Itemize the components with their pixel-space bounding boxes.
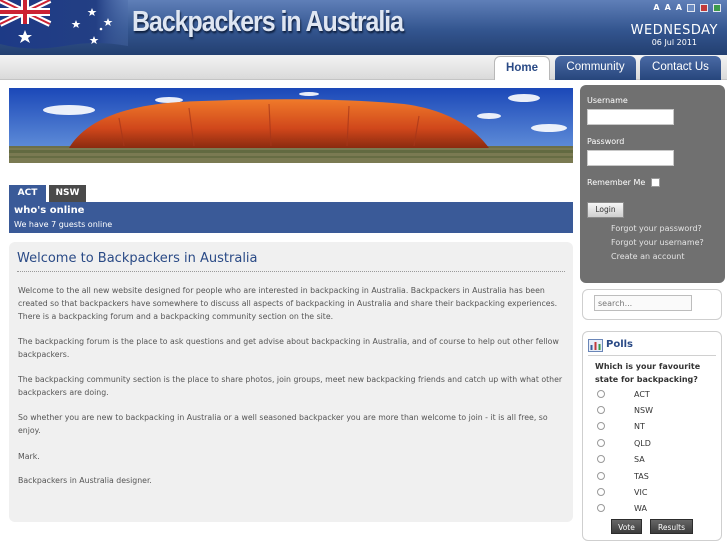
forgot-username-link[interactable]: Forgot your username? — [611, 238, 704, 247]
poll-option-label: QLD — [634, 439, 651, 448]
password-input[interactable] — [587, 150, 674, 166]
blue-style-icon[interactable] — [687, 3, 695, 12]
forgot-password-link[interactable]: Forgot your password? — [611, 224, 702, 233]
poll-question: Which is your favourite state for backpa… — [595, 362, 701, 384]
login-panel: Username Password Remember Me Login Forg… — [580, 85, 725, 283]
search-input[interactable] — [594, 295, 692, 311]
remember-me-checkbox[interactable] — [651, 178, 660, 187]
divider — [17, 271, 565, 272]
remember-me-label: Remember Me — [587, 178, 646, 187]
whos-online-text: We have 7 guests online — [14, 220, 113, 229]
tab-nsw[interactable]: NSW — [49, 185, 86, 202]
polls-module: Polls Which is your favourite state for … — [582, 331, 722, 541]
font-large-button[interactable]: A — [676, 3, 682, 12]
article-paragraph: The backpacking forum is the place to as… — [18, 337, 559, 359]
poll-option-label: NT — [634, 422, 645, 431]
poll-radio-qld[interactable] — [597, 439, 605, 447]
whos-online-panel: who's online We have 7 guests online — [9, 202, 573, 233]
poll-option-label: WA — [634, 504, 647, 513]
tab-home[interactable]: Home — [494, 56, 550, 80]
password-label: Password — [587, 137, 625, 146]
red-style-icon[interactable] — [700, 3, 708, 12]
tab-contact-us[interactable]: Contact Us — [640, 56, 721, 80]
poll-radio-tas[interactable] — [597, 472, 605, 480]
poll-radio-vic[interactable] — [597, 488, 605, 496]
vote-button[interactable]: Vote — [611, 519, 642, 534]
uluru-banner-image — [9, 88, 573, 163]
accessibility-tools: A A A — [653, 3, 721, 12]
article-paragraph: So whether you are new to backpacking in… — [18, 413, 548, 435]
poll-option-label: NSW — [634, 406, 653, 415]
search-module — [582, 289, 722, 320]
page: Backpackers in Australia A A A WEDNESDAY… — [0, 0, 727, 545]
tab-act[interactable]: ACT — [9, 185, 46, 202]
whos-online-title: who's online — [14, 205, 85, 216]
article: Welcome to Backpackers in Australia Welc… — [9, 242, 573, 522]
login-button[interactable]: Login — [587, 202, 624, 218]
article-paragraph: The backpacking community section is the… — [18, 375, 563, 397]
polls-title: Polls — [606, 339, 634, 350]
article-signature: Mark. — [18, 452, 40, 461]
site-title[interactable]: Backpackers in Australia — [132, 6, 404, 39]
poll-chart-icon — [588, 337, 603, 356]
poll-radio-wa[interactable] — [597, 504, 605, 512]
poll-option-label: ACT — [634, 390, 650, 399]
australian-flag-logo[interactable] — [0, 0, 128, 50]
poll-option-label: TAS — [634, 472, 649, 481]
poll-option-label: VIC — [634, 488, 648, 497]
username-label: Username — [587, 96, 628, 105]
poll-radio-act[interactable] — [597, 390, 605, 398]
main-nav: Home Community Contact Us — [0, 55, 727, 80]
divider — [588, 355, 716, 356]
site-header: Backpackers in Australia A A A WEDNESDAY… — [0, 0, 727, 55]
current-day: WEDNESDAY — [630, 23, 718, 38]
current-date: 06 Jul 2011 — [651, 38, 697, 47]
poll-radio-sa[interactable] — [597, 455, 605, 463]
article-title: Welcome to Backpackers in Australia — [17, 251, 258, 266]
article-paragraph: Welcome to the all new website designed … — [18, 286, 558, 321]
poll-radio-nt[interactable] — [597, 422, 605, 430]
create-account-link[interactable]: Create an account — [611, 252, 685, 261]
username-input[interactable] — [587, 109, 674, 125]
font-medium-button[interactable]: A — [665, 3, 671, 12]
results-button[interactable]: Results — [650, 519, 693, 534]
poll-radio-nsw[interactable] — [597, 406, 605, 414]
tab-community[interactable]: Community — [555, 56, 636, 80]
green-style-icon[interactable] — [713, 3, 721, 12]
font-small-button[interactable]: A — [653, 3, 659, 12]
article-signature-role: Backpackers in Australia designer. — [18, 476, 152, 485]
poll-option-label: SA — [634, 455, 645, 464]
